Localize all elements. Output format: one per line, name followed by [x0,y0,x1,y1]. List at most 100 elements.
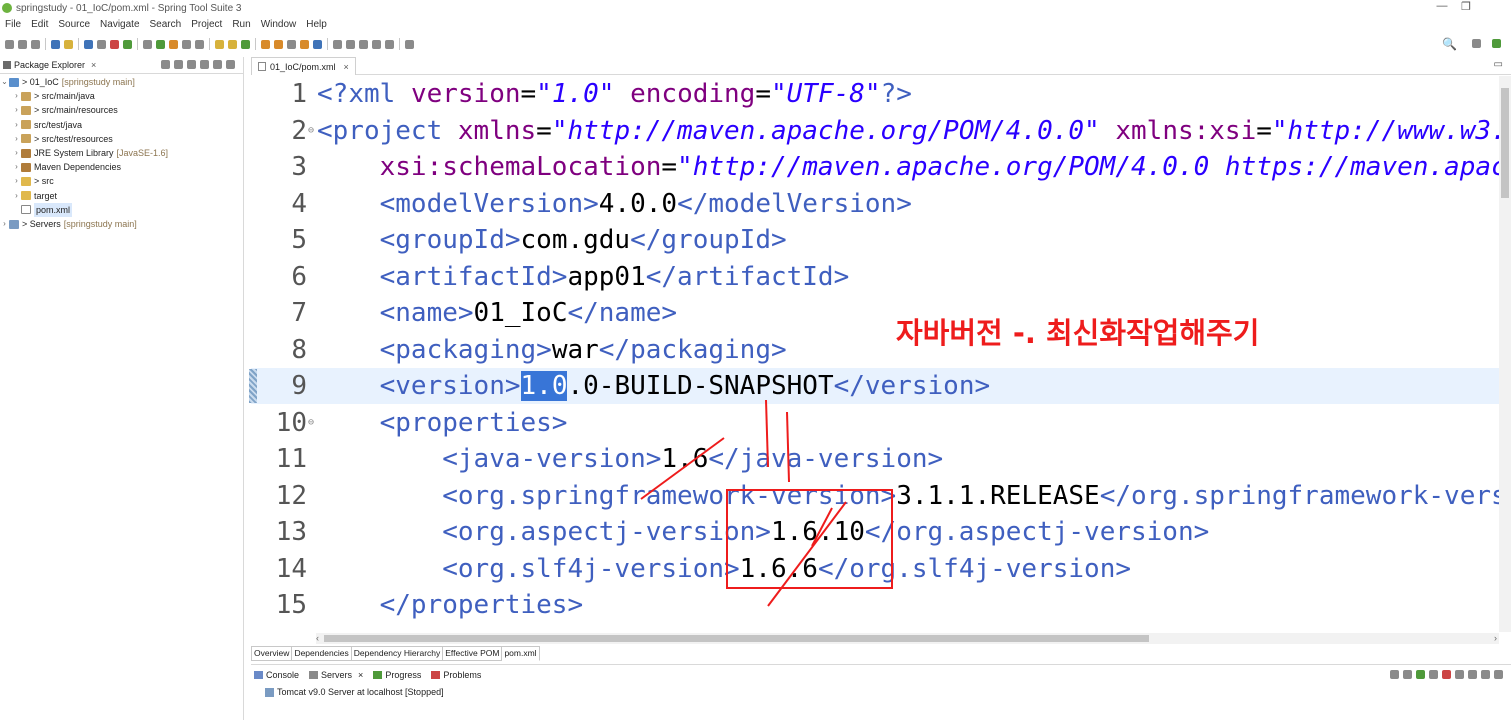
menu-help[interactable]: Help [301,17,332,32]
chevron-right-icon[interactable]: › [0,217,9,231]
external-tools-icon[interactable] [169,39,178,49]
close-icon[interactable]: × [91,60,96,70]
run-icon[interactable] [156,39,165,49]
tab-dependencies[interactable]: Dependencies [292,646,352,661]
chevron-right-icon[interactable]: › [12,174,21,188]
chevron-right-icon[interactable]: › [12,89,21,103]
close-icon[interactable]: × [344,62,349,72]
scroll-thumb[interactable] [1501,88,1509,198]
code-line[interactable]: 5 <groupId>com.gdu</groupId> [251,222,1499,258]
next-annotation-icon[interactable] [333,39,342,49]
open-file-icon[interactable] [300,39,309,49]
code-line[interactable]: 3 xsi:schemaLocation="http://maven.apach… [251,149,1499,185]
view-menu-icon[interactable] [200,60,209,69]
code-editor[interactable]: 1 <?xml version="1.0" encoding="UTF-8"?> 2… [251,76,1499,632]
minimize-view-icon[interactable] [1481,670,1490,679]
code-line[interactable]: 8 <packaging>war</packaging> [251,332,1499,368]
scroll-thumb[interactable] [324,635,1149,642]
tab-pom-xml[interactable]: pom.xml [502,646,540,661]
menu-file[interactable]: File [0,17,26,32]
open-folder-icon[interactable] [261,39,270,49]
tab-progress[interactable]: Progress [373,670,421,680]
tab-servers[interactable]: Servers × [309,670,363,680]
code-line[interactable]: 13 <org.aspectj-version>1.6.10</org.aspe… [251,514,1499,550]
close-icon[interactable]: × [358,670,363,680]
new-icon[interactable] [5,39,14,49]
previous-annotation-icon[interactable] [346,39,355,49]
debug-icon[interactable] [143,39,152,49]
skip-breakpoints-icon[interactable] [97,39,106,49]
minimize-view-icon[interactable] [213,60,222,69]
collapse-icon[interactable] [1390,670,1399,679]
code-line[interactable]: 1 <?xml version="1.0" encoding="UTF-8"?> [251,76,1499,112]
tab-overview[interactable]: Overview [251,646,293,661]
code-line[interactable]: 10 ⊖ <properties> [251,405,1499,441]
tree-item-src[interactable]: › > src [0,174,243,188]
editor-tab-pom[interactable]: 01_IoC/pom.xml × [251,57,356,75]
chevron-right-icon[interactable]: › [12,160,21,174]
new-package-icon[interactable] [228,39,237,49]
fold-toggle-icon[interactable]: ⊖ [308,113,314,149]
code-line[interactable]: 14 <org.slf4j-version>1.6.6</org.slf4j-v… [251,551,1499,587]
tree-item-src-main-java[interactable]: › > src/main/java [0,89,243,103]
code-line[interactable]: 6 <artifactId>app01</artifactId> [251,259,1499,295]
open-type-icon[interactable] [64,39,73,49]
stop-icon[interactable] [110,39,119,49]
code-line[interactable]: 4 <modelVersion>4.0.0</modelVersion> [251,186,1499,222]
last-edit-icon[interactable] [359,39,368,49]
spring-boot-icon[interactable] [123,39,132,49]
code-line[interactable]: 2 ⊖ <project xmlns="http://maven.apache.or… [251,113,1499,149]
minimize-button[interactable]: — [1432,0,1452,12]
horizontal-scrollbar[interactable]: ‹ › [316,633,1499,644]
console-icon[interactable] [51,39,60,49]
fold-toggle-icon[interactable]: ⊖ [308,405,314,441]
menu-source[interactable]: Source [53,17,95,32]
new-java-project-icon[interactable] [215,39,224,49]
focus-icon[interactable] [187,60,196,69]
server-item-tomcat[interactable]: Tomcat v9.0 Server at localhost [Stopped… [251,687,1511,697]
tree-item-pom-xml[interactable]: pom.xml [0,202,243,218]
code-line[interactable]: 11 <java-version>1.6</java-version> [251,441,1499,477]
coverage-icon[interactable] [182,39,191,49]
new-class-icon[interactable] [241,39,250,49]
terminal-icon[interactable] [84,39,93,49]
code-line[interactable]: 9 <version>1.0.0-BUILD-SNAPSHOT</version… [251,368,1499,404]
search-icon[interactable]: 🔍 [1442,37,1457,51]
java-perspective-icon[interactable] [1492,39,1501,48]
forward-icon[interactable] [385,39,394,49]
chevron-right-icon[interactable]: › [12,103,21,117]
collapse-all-icon[interactable] [161,60,170,69]
vertical-scrollbar[interactable] [1499,76,1511,632]
back-icon[interactable] [372,39,381,49]
chevron-right-icon[interactable]: › [12,118,21,132]
tree-item-src-test-resources[interactable]: › > src/test/resources [0,132,243,146]
maximize-view-icon[interactable] [226,60,235,69]
profile-icon[interactable] [195,39,204,49]
open-project-icon[interactable] [274,39,283,49]
restore-button[interactable]: ❐ [1456,0,1476,13]
browser-icon[interactable] [313,39,322,49]
start-server-icon[interactable] [1416,670,1425,679]
chevron-right-icon[interactable]: › [12,189,21,203]
chevron-right-icon[interactable]: › [12,132,21,146]
chevron-right-icon[interactable]: › [12,146,21,160]
tab-console[interactable]: Console [254,670,299,680]
tab-problems[interactable]: Problems [431,670,481,680]
scroll-right-icon[interactable]: › [1494,633,1497,644]
menu-search[interactable]: Search [145,17,187,32]
save-all-icon[interactable] [31,39,40,49]
chevron-down-icon[interactable]: ⌄ [0,75,9,89]
profile-server-icon[interactable] [1429,670,1438,679]
code-line[interactable]: 12 <org.springframework-version>3.1.1.RE… [251,478,1499,514]
debug-server-icon[interactable] [1403,670,1412,679]
menu-navigate[interactable]: Navigate [95,17,144,32]
code-line[interactable]: 7 <name>01_IoC</name> [251,295,1499,331]
menu-project[interactable]: Project [186,17,227,32]
tree-item-servers[interactable]: › > Servers [springstudy main] [0,217,243,231]
tree-item-src-main-resources[interactable]: › > src/main/resources [0,103,243,117]
menu-edit[interactable]: Edit [26,17,53,32]
save-icon[interactable] [18,39,27,49]
package-explorer-tab[interactable]: Package Explorer × [0,57,243,74]
tab-dependency-hierarchy[interactable]: Dependency Hierarchy [351,646,444,661]
view-menu-icon[interactable] [1468,670,1477,679]
